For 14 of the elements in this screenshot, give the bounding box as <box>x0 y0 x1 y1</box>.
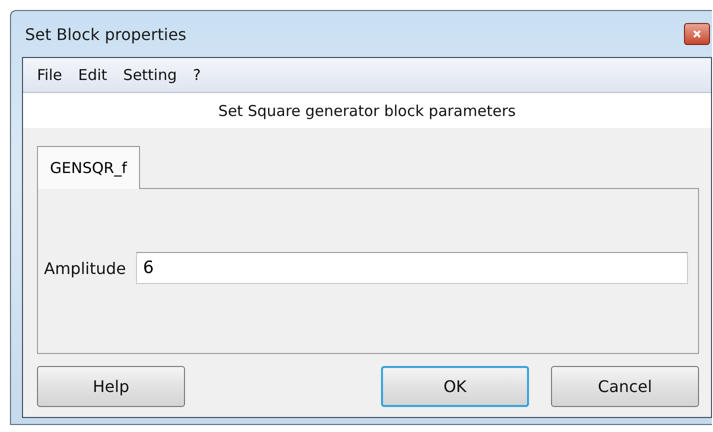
dialog-button[interactable]: Cancel <box>551 366 699 407</box>
menu-item[interactable]: Edit <box>70 66 116 84</box>
window-title: Set Block properties <box>24 24 186 44</box>
default-button[interactable]: OK <box>381 366 529 407</box>
close-icon <box>692 29 702 39</box>
dialog-button[interactable]: Help <box>37 366 185 407</box>
menu-item[interactable]: ? <box>184 66 209 84</box>
tab[interactable]: GENSQR_f <box>37 146 140 189</box>
input-field[interactable]: 6 <box>136 252 688 284</box>
field-label: Amplitude <box>44 258 126 278</box>
menu-item[interactable]: File <box>29 66 70 84</box>
heading-text: Set Square generator block parameters <box>218 102 516 120</box>
menu-item[interactable]: Setting <box>115 66 185 84</box>
close-button[interactable] <box>684 23 710 45</box>
